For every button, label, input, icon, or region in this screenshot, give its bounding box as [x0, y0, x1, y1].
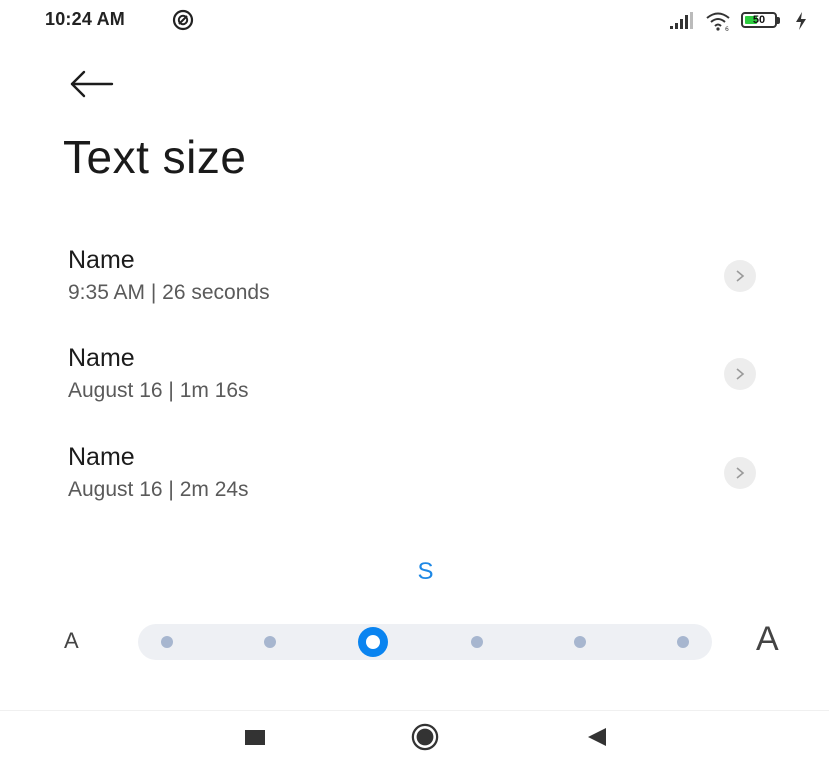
- back-arrow-icon: [70, 70, 114, 98]
- recents-button[interactable]: [241, 723, 269, 751]
- charging-icon: [796, 12, 806, 30]
- chevron-right-icon: [736, 368, 745, 380]
- slider-stop[interactable]: [677, 636, 689, 648]
- small-text-label: A: [64, 628, 79, 653]
- status-bar: 10:24 AM 6 50: [0, 0, 829, 44]
- item-subtitle: August 16 | 2m 24s: [68, 478, 249, 501]
- text-size-slider[interactable]: [138, 624, 712, 660]
- item-title: Name: [68, 246, 135, 274]
- slider-stop[interactable]: [161, 636, 173, 648]
- chevron-button[interactable]: [724, 358, 756, 390]
- page-title: Text size: [63, 131, 247, 183]
- item-subtitle: August 16 | 1m 16s: [68, 379, 249, 402]
- chevron-button[interactable]: [724, 260, 756, 292]
- back-triangle-icon: [588, 728, 606, 746]
- home-circle-icon: [411, 723, 439, 751]
- status-icons: 6 50: [669, 11, 807, 31]
- chevron-button[interactable]: [724, 457, 756, 489]
- item-title: Name: [68, 443, 135, 471]
- item-subtitle: 9:35 AM | 26 seconds: [68, 281, 270, 304]
- signal-icon: [670, 12, 693, 29]
- battery-icon: 50: [741, 11, 785, 31]
- back-button[interactable]: [66, 64, 122, 104]
- recents-square-icon: [245, 730, 265, 745]
- slider-stop[interactable]: [470, 636, 483, 648]
- large-text-label: A: [756, 620, 779, 658]
- current-size-label: S: [417, 558, 434, 585]
- svg-text:6: 6: [725, 26, 729, 31]
- slider-thumb[interactable]: [358, 627, 389, 657]
- status-time: 10:24 AM: [45, 9, 125, 29]
- slider-thumb-center: [366, 635, 381, 649]
- slider-stop[interactable]: [264, 636, 277, 648]
- slider-stop[interactable]: [573, 636, 586, 648]
- do-not-disturb-icon: [172, 9, 194, 31]
- battery-level: 50: [752, 14, 766, 26]
- battery-tip: [777, 17, 780, 24]
- item-title: Name: [68, 344, 135, 372]
- back-nav-button[interactable]: [583, 723, 611, 751]
- text-size-slider-row: A A: [0, 618, 829, 666]
- chevron-right-icon: [736, 270, 745, 282]
- navigation-bar: [0, 710, 829, 758]
- list-item[interactable]: Name August 16 | 1m 16s: [0, 336, 829, 416]
- list-item[interactable]: Name August 16 | 2m 24s: [0, 435, 829, 515]
- list-item[interactable]: Name 9:35 AM | 26 seconds: [0, 238, 829, 318]
- chevron-right-icon: [736, 467, 745, 479]
- wifi-icon: 6: [706, 12, 730, 31]
- home-button[interactable]: [411, 723, 439, 751]
